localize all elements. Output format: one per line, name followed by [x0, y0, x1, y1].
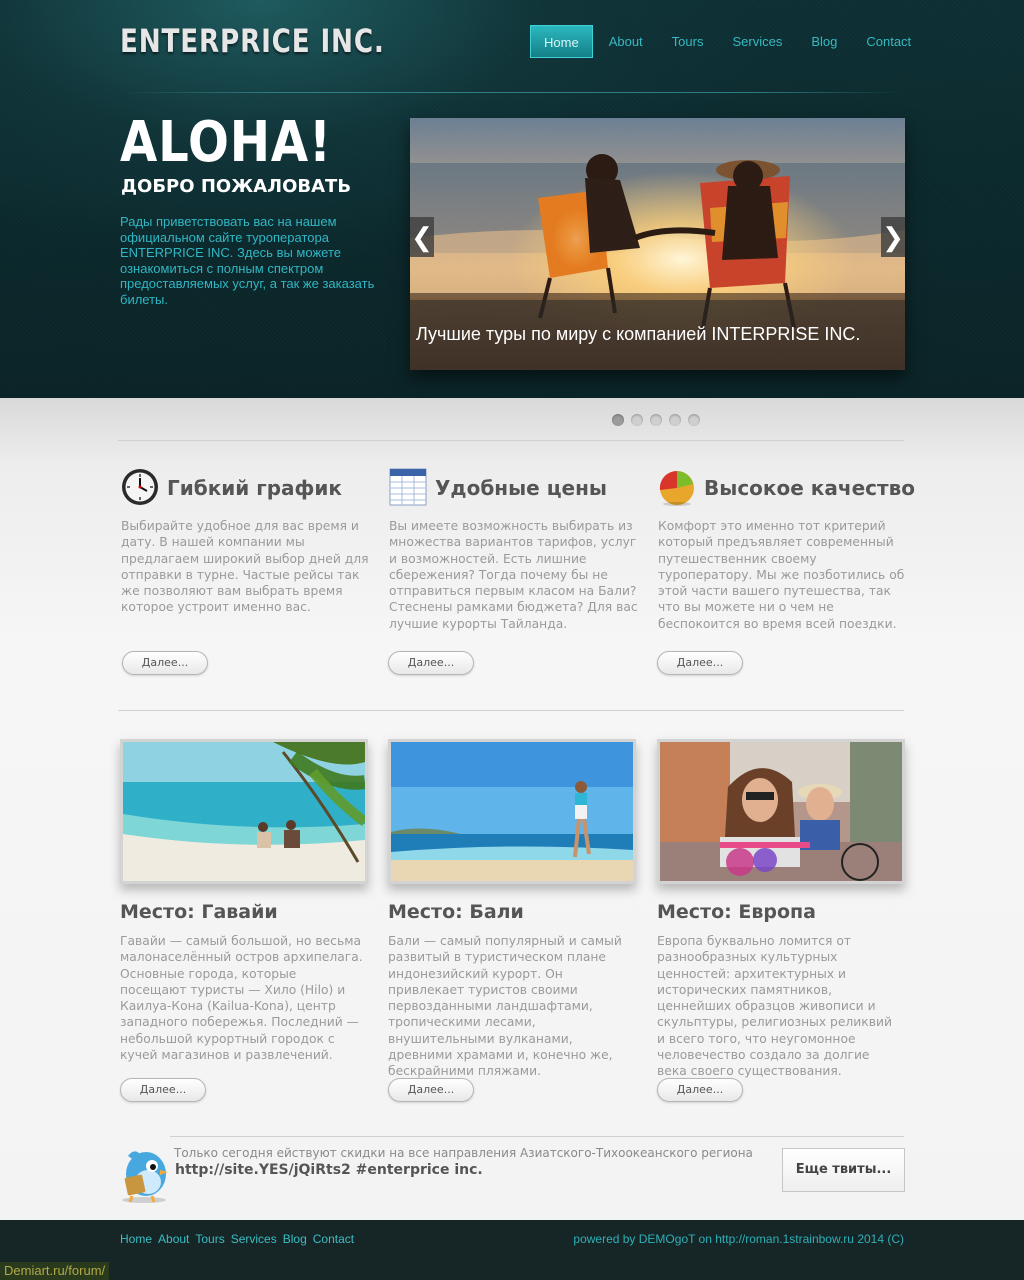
hero-title: ALOHA!	[120, 110, 332, 175]
nav-item-contact[interactable]: Contact	[853, 25, 924, 58]
footer-nav-about[interactable]: About	[158, 1232, 189, 1246]
slider-dot-5[interactable]	[688, 414, 700, 426]
hawaii-beach-image	[123, 742, 365, 881]
divider	[118, 440, 904, 441]
place-text: Бали — самый популярный и самый развитый…	[388, 934, 622, 1079]
divider	[170, 1136, 904, 1137]
feature-title: Удобные цены	[435, 476, 608, 500]
nav-item-tours[interactable]: Tours	[659, 25, 717, 58]
footer-nav-tours[interactable]: Tours	[195, 1232, 224, 1246]
place-text: Европа буквально ломится от разнообразны…	[657, 934, 892, 1079]
slider-dot-3[interactable]	[650, 414, 662, 426]
place-more-button[interactable]: Далее...	[388, 1078, 474, 1102]
feature-more-button[interactable]: Далее...	[388, 651, 474, 675]
place-image[interactable]	[657, 739, 905, 884]
tweet-link[interactable]: http://site.YES/jQiRts2 #enterprice inc.	[175, 1162, 483, 1178]
footer: Home About Tours Services Blog Contact p…	[0, 1220, 1024, 1280]
footer-nav-blog[interactable]: Blog	[283, 1232, 307, 1246]
footer-nav-home[interactable]: Home	[120, 1232, 152, 1246]
feature-text: Комфорт это именно тот критерий который …	[658, 519, 905, 631]
bali-beach-image	[391, 742, 633, 881]
site-logo[interactable]: ENTERPRICE INC.	[120, 22, 385, 60]
slider-pagination	[612, 414, 700, 426]
table-icon	[389, 468, 427, 506]
place-text: Гавайи — самый большой, но весьма малона…	[120, 934, 363, 1063]
place-image[interactable]	[120, 739, 368, 884]
feature-title: Высокое качество	[704, 476, 915, 500]
nav-item-home[interactable]: Home	[530, 25, 593, 58]
hero-section: ENTERPRICE INC. Home About Tours Service…	[0, 0, 1024, 398]
place-title: Место: Бали	[388, 901, 524, 923]
place-more-button[interactable]: Далее...	[657, 1078, 743, 1102]
footer-nav-contact[interactable]: Contact	[313, 1232, 354, 1246]
nav-item-blog[interactable]: Blog	[798, 25, 850, 58]
feature-text: Вы имеете возможность выбирать из множес…	[389, 519, 638, 631]
feature-title: Гибкий график	[167, 476, 342, 500]
feature-more-button[interactable]: Далее...	[657, 651, 743, 675]
slider-dot-1[interactable]	[612, 414, 624, 426]
clock-icon	[122, 469, 158, 505]
image-slider[interactable]: Лучшие туры по миру с компанией INTERPRI…	[410, 118, 905, 370]
more-tweets-button[interactable]: Еще твиты...	[782, 1148, 905, 1192]
slider-next-arrow-icon[interactable]: ❯	[881, 217, 905, 257]
pie-chart-icon	[659, 470, 694, 506]
slider-prev-arrow-icon[interactable]: ❮	[410, 217, 434, 257]
twitter-bird-icon	[122, 1151, 168, 1203]
place-more-button[interactable]: Далее...	[120, 1078, 206, 1102]
europe-cyclists-image	[660, 742, 902, 881]
feature-text: Выбирайте удобное для вас время и дату. …	[121, 519, 369, 615]
slider-dot-4[interactable]	[669, 414, 681, 426]
nav-item-about[interactable]: About	[596, 25, 656, 58]
place-image[interactable]	[388, 739, 636, 884]
place-title: Место: Гавайи	[120, 901, 278, 923]
place-title: Место: Европа	[657, 901, 816, 923]
slider-dot-2[interactable]	[631, 414, 643, 426]
nav-item-services[interactable]: Services	[719, 25, 795, 58]
tweet-text: Только сегодня ействуют скидки на все на…	[174, 1146, 753, 1160]
watermark: Demiart.ru/forum/	[0, 1262, 110, 1280]
footer-nav-services[interactable]: Services	[231, 1232, 277, 1246]
powered-by-text: powered by DEMOgoT on http://roman.1stra…	[573, 1232, 904, 1246]
footer-nav: Home About Tours Services Blog Contact	[120, 1232, 354, 1246]
feature-more-button[interactable]: Далее...	[122, 651, 208, 675]
slide-caption: Лучшие туры по миру с компанией INTERPRI…	[416, 324, 861, 344]
main-nav: Home About Tours Services Blog Contact	[530, 25, 927, 58]
header-divider	[118, 92, 904, 93]
hero-subtitle: ДОБРО ПОЖАЛОВАТЬ	[121, 176, 352, 197]
slide-caption-bar: Лучшие туры по миру с компанией INTERPRI…	[410, 300, 905, 370]
hero-text: Рады приветствовать вас на нашем официал…	[120, 214, 375, 307]
divider	[118, 710, 904, 711]
